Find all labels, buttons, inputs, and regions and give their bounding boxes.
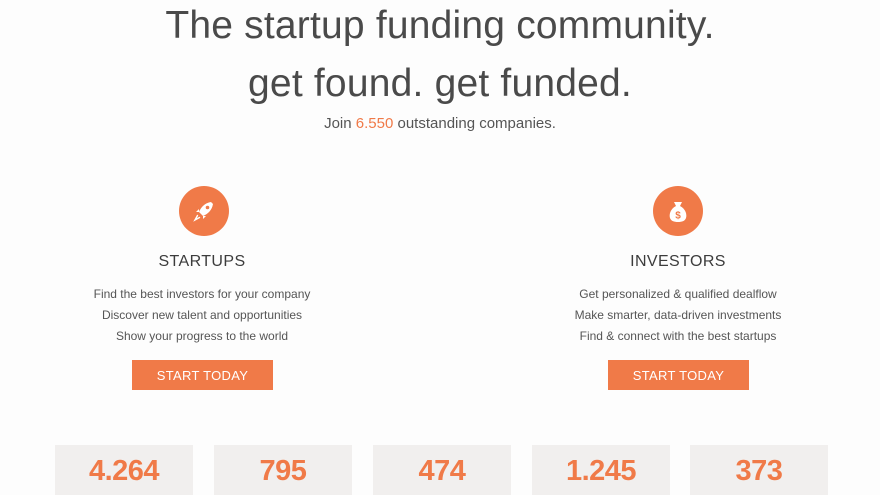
- investors-start-today-button[interactable]: START TODAY: [608, 360, 749, 390]
- stat-card: 4.264: [55, 445, 193, 495]
- company-count: 6.550: [355, 115, 394, 132]
- investors-feature-list: Get personalized & qualified dealflow Ma…: [528, 284, 828, 347]
- svg-text:$: $: [675, 211, 681, 222]
- money-bag-icon: $: [653, 186, 703, 236]
- stat-card: 474: [373, 445, 511, 495]
- stat-value: 795: [259, 455, 307, 487]
- rocket-icon: [179, 186, 229, 236]
- list-item: Make smarter, data-driven investments: [574, 308, 782, 322]
- stat-card: 1.245: [532, 445, 670, 495]
- stat-value: 1.245: [565, 455, 637, 487]
- startups-start-today-button[interactable]: START TODAY: [132, 360, 273, 390]
- join-suffix: outstanding companies.: [397, 115, 556, 132]
- startups-title: STARTUPS: [158, 253, 246, 270]
- stat-card: 373: [690, 445, 828, 495]
- stat-value: 474: [418, 455, 466, 487]
- stat-card: 795: [214, 445, 352, 495]
- list-item: Find the best investors for your company: [93, 287, 311, 301]
- stats-row: 4.264 795 474 1.245 373: [0, 445, 880, 495]
- list-item: Get personalized & qualified dealflow: [579, 287, 777, 301]
- list-item: Discover new talent and opportunities: [101, 308, 303, 322]
- stat-value: 4.264: [88, 455, 160, 487]
- join-prefix: Join: [324, 115, 352, 132]
- join-tagline: Join 6.550 outstanding companies.: [0, 115, 880, 132]
- stat-value: 373: [735, 455, 783, 487]
- list-item: Show your progress to the world: [115, 329, 289, 343]
- startups-feature-list: Find the best investors for your company…: [52, 284, 352, 347]
- headline-line-1: The startup funding community.: [165, 4, 715, 47]
- investors-title: INVESTORS: [630, 253, 726, 270]
- list-item: Find & connect with the best startups: [579, 329, 777, 343]
- headline-line-2: get found. get funded.: [248, 62, 632, 105]
